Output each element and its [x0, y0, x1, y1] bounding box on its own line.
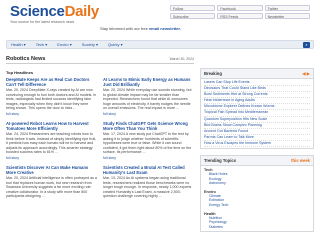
logo-science: Science — [10, 3, 65, 20]
newsletter-link[interactable]: email newsletter. — [149, 26, 181, 31]
site-header: ScienceDaily Your source for the latest … — [0, 0, 320, 31]
full-story-link[interactable]: full story — [6, 156, 97, 160]
trending-groups: Tech Black Holes Ecology Astronomy Enviro Cli… — [201, 166, 313, 231]
newsletter-button[interactable]: Newsletter — [264, 13, 310, 19]
page: ScienceDaily Your source for the latest … — [0, 0, 320, 240]
headline-columns: DeepMate Keeps Are as Real Can Doctors C… — [6, 77, 194, 204]
story: Scientists Created a Brutal AI Test Call… — [103, 165, 194, 199]
story: Study Finds ChatGPT Gets Science Wrong M… — [103, 121, 194, 160]
newsletter-promo: Stay informed with our free email newsle… — [100, 26, 181, 31]
trending-topic-link[interactable]: Energy Tech — [209, 203, 310, 208]
newsletter-prefix: Stay informed with our free — [100, 26, 148, 31]
page-title: Robotics News — [6, 56, 194, 64]
social-row: Follow Facebook Twitter — [170, 5, 310, 11]
page-date: March 30, 2024 — [169, 57, 194, 61]
subscribe-button[interactable]: Subscribe — [170, 13, 216, 19]
site-tagline: Your source for the latest research news — [10, 20, 75, 24]
facebook-button[interactable]: Facebook — [217, 5, 263, 11]
story-title[interactable]: DeepMate Keeps Are as Real Can Doctors C… — [6, 77, 97, 87]
story-summary: Mar. 20, 2024 While everyday use sounds … — [103, 88, 192, 111]
nav-item-health[interactable]: Health ▾ — [11, 42, 26, 47]
follow-button[interactable]: Follow — [170, 5, 216, 11]
story-summary: Mar. 29, 2024 DeepMate X-rays created by… — [6, 88, 97, 111]
trending-topic-link[interactable]: Astronomy — [209, 181, 310, 186]
breaking-header: Breaking ◀ ▶ — [201, 69, 313, 79]
trending-topics-box: Trending Topics this week Tech Black Hole… — [200, 155, 314, 233]
story-title[interactable]: Study Finds ChatGPT Gets Science Wrong M… — [103, 121, 194, 131]
story: DeepMate Keeps Are as Real Can Doctors C… — [6, 77, 97, 116]
trending-group-links: Climate Extinction Energy Tech — [201, 194, 313, 210]
trending-period[interactable]: this week — [291, 158, 310, 163]
main-content: Robotics News March 30, 2024 Top Headlin… — [6, 56, 194, 204]
story-title[interactable]: Scientists Created a Brutal AI Test Call… — [103, 165, 194, 175]
search-icon[interactable]: ⌕ — [303, 41, 310, 48]
story: AI Learns to Mimic Early Energy as Human… — [103, 77, 194, 116]
rss-button[interactable]: RSS Feeds — [217, 13, 263, 19]
site-logo[interactable]: ScienceDaily — [10, 3, 99, 20]
top-headlines-heading: Top Headlines — [6, 70, 34, 75]
breaking-list: Lasers Can Stop Life Events Dinosaurs Tha… — [201, 79, 313, 148]
headline-column-right: AI Learns to Mimic Early Energy as Human… — [103, 77, 194, 204]
full-story-link[interactable]: full story — [6, 112, 97, 116]
trending-header: Trending Topics this week — [201, 156, 313, 167]
twitter-button[interactable]: Twitter — [264, 5, 310, 11]
headline-column-left: DeepMate Keeps Are as Real Can Doctors C… — [6, 77, 97, 204]
main-nav: Health ▾ Tech ▾ Enviro ▾ Society ▾ Quirk… — [6, 40, 314, 49]
story: AI-powered Robot Learns How to Harvest T… — [6, 121, 97, 160]
nav-item-society[interactable]: Society ▾ — [82, 42, 98, 47]
trending-group-links: Black Holes Ecology Astronomy — [201, 172, 313, 188]
nav-item-quirky[interactable]: Quirky ▾ — [108, 42, 123, 47]
story-summary: Mar. 20, 2024 Artificial intelligence is… — [6, 175, 97, 199]
breaking-title: Breaking — [204, 71, 222, 76]
story-summary: Mar. 13, 2024 As AI systems began acing … — [103, 175, 192, 199]
story-title[interactable]: AI-powered Robot Learns How to Harvest T… — [6, 121, 97, 131]
nav-item-enviro[interactable]: Enviro ▾ — [57, 42, 71, 47]
story-summary: Mar. 17, 2024 A new study put ChatGPT to… — [103, 131, 192, 155]
full-story-link[interactable]: full story — [103, 156, 194, 160]
breaking-news-box: Breaking ◀ ▶ Lasers Can Stop Life Events… — [200, 68, 314, 150]
nav-item-tech[interactable]: Tech ▾ — [36, 42, 48, 47]
logo-daily: Daily — [64, 3, 100, 20]
story-title[interactable]: AI Learns to Mimic Early Energy as Human… — [103, 77, 194, 87]
story-title[interactable]: Scientists Discover AI Can Make Humans M… — [6, 165, 97, 175]
story-summary: Mar. 24, 2024 Researchers are teaching r… — [6, 131, 97, 155]
trending-group-links: Nutrition Psychology Diabetes — [201, 216, 313, 232]
sidebar: Breaking ◀ ▶ Lasers Can Stop Life Events… — [200, 68, 314, 238]
full-story-link[interactable]: full story — [103, 112, 194, 116]
trending-title: Trending Topics — [204, 158, 237, 164]
subscribe-row: Subscribe RSS Feeds Newsletter — [170, 13, 310, 19]
social-links: Follow Facebook Twitter Subscribe RSS Fe… — [170, 5, 310, 21]
breaking-item[interactable]: How a Virus Escapes the Immune System — [204, 141, 310, 148]
trending-topic-link[interactable]: Diabetes — [209, 225, 310, 230]
story: Scientists Discover AI Can Make Humans M… — [6, 165, 97, 199]
breaking-nav-arrows[interactable]: ◀ ▶ — [302, 71, 310, 76]
